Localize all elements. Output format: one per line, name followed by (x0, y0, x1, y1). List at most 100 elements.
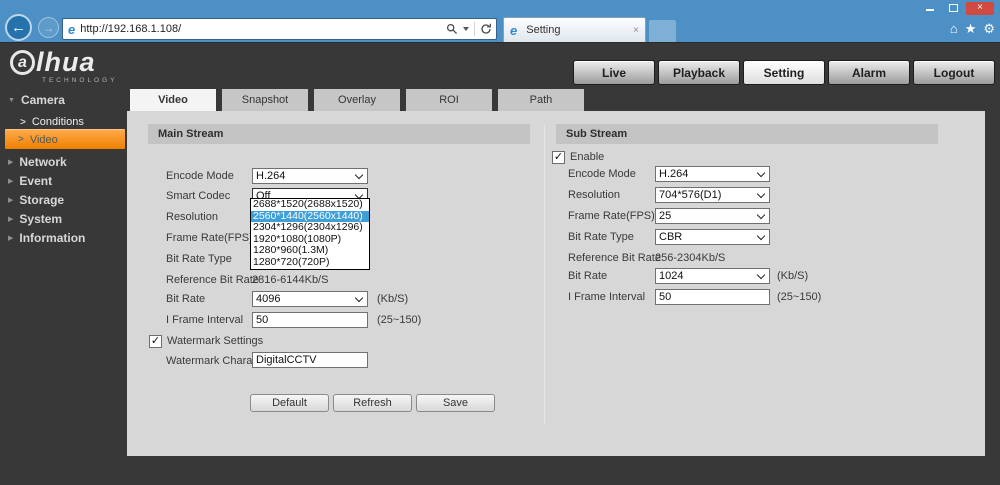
triangle-right-icon: ▶ (8, 235, 14, 242)
sidebar-item-video[interactable]: > Video (5, 129, 125, 149)
watermark-character-input[interactable] (252, 352, 368, 368)
watermark-settings-checkbox[interactable]: ✓ (149, 335, 162, 348)
chevron-down-icon (354, 170, 364, 179)
sub-arrow-icon: > (18, 134, 24, 145)
back-button[interactable]: ← (5, 14, 32, 41)
chevron-down-icon (756, 231, 766, 240)
nav-button-playback[interactable]: Playback (658, 60, 740, 85)
encode-mode-label: Encode Mode (166, 170, 234, 182)
check-icon: ✓ (553, 150, 564, 163)
search-icon[interactable] (446, 23, 458, 35)
tab-video[interactable]: Video (130, 89, 216, 111)
bit-rate-type-label: Bit Rate Type (166, 253, 232, 265)
encode-mode-select[interactable]: H.264 (252, 168, 368, 184)
dropdown-option-selected[interactable]: 2560*1440(2560x1440) (251, 210, 369, 223)
sub-encode-mode-label: Encode Mode (568, 168, 636, 180)
chevron-down-icon (756, 270, 766, 279)
enable-label: Enable (570, 151, 605, 163)
tab-path[interactable]: Path (498, 89, 584, 111)
sidebar-item-camera[interactable]: ▼ Camera (0, 91, 127, 109)
sub-resolution-select[interactable]: 704*576(D1) (655, 187, 770, 203)
sub-reference-bit-rate-label: Reference Bit Rate (568, 252, 661, 264)
window-maximize-button[interactable] (943, 2, 963, 15)
close-icon: × (977, 2, 983, 13)
reference-bit-rate-label: Reference Bit Rate (166, 274, 259, 286)
sidebar-item-event[interactable]: ▶ Event (0, 172, 127, 190)
search-options-caret-icon[interactable] (463, 27, 469, 31)
dropdown-option[interactable]: 2688*1520(2688x1520) (251, 199, 369, 211)
sub-bit-rate-select[interactable]: 1024 (655, 268, 770, 284)
browser-navbar: ← → e http://192.168.1.108/ e Setting × … (0, 14, 1000, 42)
tab-roi[interactable]: ROI (406, 89, 492, 111)
logo-a-icon: a (10, 50, 35, 75)
dropdown-option[interactable]: 2304*1296(2304x1296) (251, 222, 369, 234)
i-frame-interval-input[interactable] (252, 312, 368, 328)
resolution-label: Resolution (166, 211, 218, 223)
sub-stream-header: Sub Stream (556, 124, 938, 144)
watermark-settings-label: Watermark Settings (167, 335, 264, 347)
sidebar-item-system[interactable]: ▶ System (0, 210, 127, 228)
frame-rate-label: Frame Rate(FPS) (166, 232, 253, 244)
logo-tagline: TECHNOLOGY (42, 77, 118, 84)
browser-tab-setting[interactable]: e Setting × (503, 17, 646, 42)
bit-rate-select[interactable]: 4096 (252, 291, 368, 307)
refresh-icon[interactable] (480, 23, 492, 35)
forward-arrow-icon: → (42, 20, 55, 35)
triangle-down-icon: ▼ (8, 96, 15, 104)
dropdown-option[interactable]: 1920*1080(1080P) (251, 234, 369, 246)
main-nav: Live Playback Setting Alarm Logout (573, 60, 995, 85)
save-button[interactable]: Save (416, 394, 495, 412)
sidebar-item-network[interactable]: ▶ Network (0, 153, 127, 171)
tab-title: Setting (526, 24, 561, 36)
logo-text: lhua (36, 47, 96, 77)
nav-button-alarm[interactable]: Alarm (828, 60, 910, 85)
favorites-star-icon[interactable]: ★ (965, 21, 977, 37)
dropdown-option[interactable]: 1280*720(720P) (251, 257, 369, 269)
chevron-down-icon (756, 168, 766, 177)
sub-i-frame-interval-input[interactable] (655, 289, 770, 305)
url-text[interactable]: http://192.168.1.108/ (80, 23, 446, 35)
sub-frame-rate-label: Frame Rate(FPS) (568, 210, 655, 222)
sub-encode-mode-select[interactable]: H.264 (655, 166, 770, 182)
sub-i-frame-interval-label: I Frame Interval (568, 291, 646, 303)
default-button[interactable]: Default (250, 394, 329, 412)
forward-button[interactable]: → (38, 17, 59, 38)
back-arrow-icon: ← (11, 19, 26, 36)
sub-frame-rate-select[interactable]: 25 (655, 208, 770, 224)
site-icon: e (68, 21, 76, 37)
triangle-right-icon: ▶ (8, 178, 14, 185)
sub-bit-rate-unit: (Kb/S) (777, 270, 809, 282)
window-close-button[interactable]: × (966, 1, 994, 15)
sidebar-item-information[interactable]: ▶ Information (0, 229, 127, 247)
nav-button-logout[interactable]: Logout (913, 60, 995, 85)
dropdown-option[interactable]: 1280*960(1.3M) (251, 245, 369, 257)
sub-bit-rate-type-select[interactable]: CBR (655, 229, 770, 245)
new-tab-button[interactable] (649, 20, 676, 42)
page-background: a lhua TECHNOLOGY Live Playback Setting … (0, 42, 1000, 485)
tab-snapshot[interactable]: Snapshot (222, 89, 308, 111)
maximize-icon (948, 4, 958, 12)
refresh-button[interactable]: Refresh (333, 394, 412, 412)
check-icon: ✓ (150, 334, 161, 347)
divider (474, 22, 475, 36)
address-bar[interactable]: e http://192.168.1.108/ (62, 18, 497, 40)
tab-close-icon[interactable]: × (633, 25, 639, 36)
sub-i-frame-interval-range: (25~150) (777, 291, 822, 303)
sub-bit-rate-label: Bit Rate (568, 270, 608, 282)
tools-gear-icon[interactable]: ⚙ (983, 21, 995, 37)
bit-rate-label: Bit Rate (166, 293, 206, 305)
sub-arrow-icon: > (20, 116, 26, 128)
chevron-down-icon (354, 293, 364, 302)
action-buttons: Default Refresh Save (250, 394, 495, 412)
resolution-dropdown-list: 2688*1520(2688x1520) 2560*1440(2560x1440… (250, 198, 370, 270)
nav-button-live[interactable]: Live (573, 60, 655, 85)
triangle-right-icon: ▶ (8, 159, 14, 166)
sub-stream-enable-checkbox[interactable]: ✓ (552, 151, 565, 164)
i-frame-interval-label: I Frame Interval (166, 314, 244, 326)
home-icon[interactable]: ⌂ (950, 21, 958, 37)
window-minimize-button[interactable] (920, 2, 940, 15)
nav-button-setting[interactable]: Setting (743, 60, 825, 85)
tab-overlay[interactable]: Overlay (314, 89, 400, 111)
sidebar-item-storage[interactable]: ▶ Storage (0, 191, 127, 209)
i-frame-interval-range: (25~150) (377, 314, 422, 326)
